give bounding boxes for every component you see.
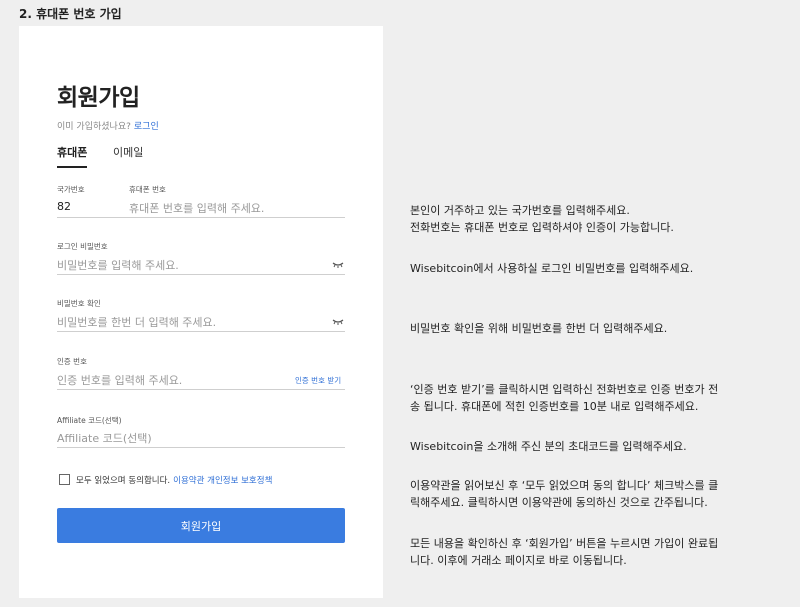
password-underline bbox=[57, 274, 345, 275]
login-link[interactable]: 로그인 bbox=[134, 122, 159, 132]
desc-country-line2: 전화번호는 휴대폰 번호로 입력하셔야 인증이 가능합니다. bbox=[410, 221, 674, 234]
terms-link[interactable]: 이용약관 개인정보 보호정책 bbox=[173, 476, 272, 486]
signup-button[interactable]: 회원가입 bbox=[57, 508, 345, 543]
desc-submit-line2: 니다. 이후에 거래소 페이지로 바로 이동됩니다. bbox=[410, 554, 627, 567]
country-field[interactable]: 82 bbox=[57, 200, 71, 213]
verify-label: 인증 번호 bbox=[57, 357, 87, 366]
affiliate-underline bbox=[57, 447, 345, 448]
desc-submit-line1: 모든 내용을 확인하신 후 ‘회원가입’ 버튼을 누르시면 가입이 완료됩 bbox=[410, 537, 719, 550]
desc-affiliate: Wisebitcoin을 소개해 주신 분의 초대코드를 입력해주세요. bbox=[410, 440, 687, 453]
get-verify-code-link[interactable]: 인증 번호 받기 bbox=[295, 375, 341, 386]
tab-email[interactable]: 이메일 bbox=[113, 144, 143, 166]
desc-country: 본인이 거주하고 있는 국가번호를 입력해주세요. 전화번호는 휴대폰 번호로 … bbox=[410, 202, 785, 236]
agree-checkbox[interactable] bbox=[59, 474, 70, 485]
affiliate-input[interactable]: Affiliate 코드(선택) bbox=[57, 430, 152, 446]
phone-input[interactable]: 휴대폰 번호를 입력해 주세요. bbox=[129, 200, 264, 216]
agree-row: 모두 읽었으며 동의합니다. 이용약관 개인정보 보호정책 bbox=[76, 474, 272, 486]
password-input[interactable]: 비밀번호를 입력해 주세요. bbox=[57, 257, 179, 273]
verify-input[interactable]: 인증 번호를 입력해 주세요. bbox=[57, 372, 182, 388]
desc-submit: 모든 내용을 확인하신 후 ‘회원가입’ 버튼을 누르시면 가입이 완료됩 니다… bbox=[410, 535, 785, 569]
desc-terms-line2: 릭해주세요. 클릭하시면 이용약관에 동의하신 것으로 간주됩니다. bbox=[410, 496, 708, 509]
already-member: 이미 가입하셨나요? 로그인 bbox=[57, 119, 159, 132]
tab-phone[interactable]: 휴대폰 bbox=[57, 144, 88, 168]
eye-icon[interactable] bbox=[332, 318, 344, 326]
password-confirm-underline bbox=[57, 331, 345, 332]
desc-verify: ‘인증 번호 받기’를 클릭하시면 입력하신 전화번호로 인증 번호가 전 송 … bbox=[410, 381, 785, 415]
desc-password-confirm: 비밀번호 확인을 위해 비밀번호를 한번 더 입력해주세요. bbox=[410, 322, 668, 335]
desc-verify-line2: 송 됩니다. 휴대폰에 적힌 인증번호를 10분 내로 입력해주세요. bbox=[410, 400, 699, 413]
agree-text: 모두 읽었으며 동의합니다. bbox=[76, 476, 171, 486]
password-confirm-input[interactable]: 비밀번호를 한번 더 입력해 주세요. bbox=[57, 314, 216, 330]
eye-icon[interactable] bbox=[332, 261, 344, 269]
desc-terms-line1: 이용약관을 읽어보신 후 ‘모두 읽었으며 동의 합니다’ 체크박스를 클 bbox=[410, 479, 719, 492]
page-title: 회원가입 bbox=[57, 85, 140, 111]
password-label: 로그인 비밀번호 bbox=[57, 242, 108, 251]
desc-verify-line1: ‘인증 번호 받기’를 클릭하시면 입력하신 전화번호로 인증 번호가 전 bbox=[410, 383, 719, 396]
desc-terms: 이용약관을 읽어보신 후 ‘모두 읽었으며 동의 합니다’ 체크박스를 클 릭해… bbox=[410, 477, 785, 511]
country-label: 국가번호 bbox=[57, 185, 85, 194]
phone-underline bbox=[57, 217, 345, 218]
desc-password: Wisebitcoin에서 사용하실 로그인 비밀번호를 입력해주세요. bbox=[410, 262, 694, 275]
section-title: 2. 휴대폰 번호 가입 bbox=[19, 7, 122, 21]
affiliate-label: Affiliate 코드(선택) bbox=[57, 416, 122, 425]
signup-card: 회원가입 이미 가입하셨나요? 로그인 휴대폰 이메일 국가번호 휴대폰 번호 8… bbox=[19, 26, 383, 598]
phone-label: 휴대폰 번호 bbox=[129, 185, 166, 194]
password-confirm-label: 비밀번호 확인 bbox=[57, 299, 101, 308]
desc-country-line1: 본인이 거주하고 있는 국가번호를 입력해주세요. bbox=[410, 204, 630, 217]
verify-underline bbox=[57, 389, 345, 390]
already-text: 이미 가입하셨나요? bbox=[57, 122, 131, 132]
